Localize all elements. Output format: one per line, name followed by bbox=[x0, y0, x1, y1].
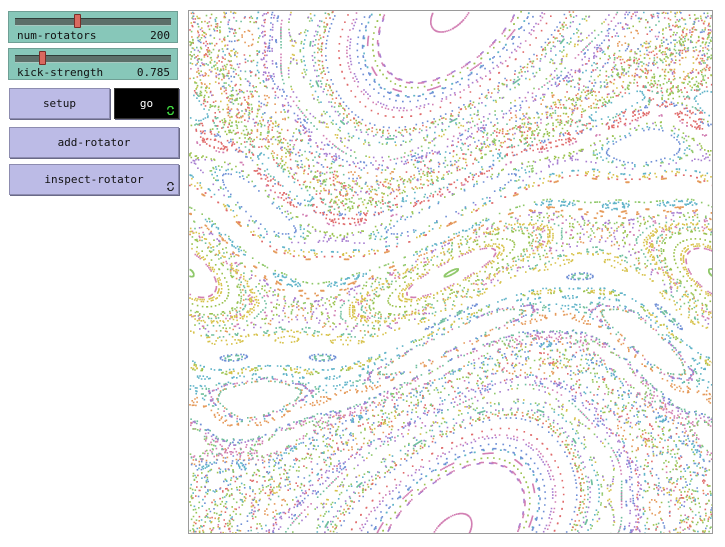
slider-handle[interactable] bbox=[39, 51, 47, 65]
orbit-points bbox=[200, 302, 701, 423]
slider-track[interactable] bbox=[15, 18, 171, 26]
rotator-orbit bbox=[200, 302, 701, 423]
setup-button-label: setup bbox=[42, 97, 77, 110]
add-rotator-button-label: add-rotator bbox=[57, 136, 131, 149]
rotator-orbit bbox=[190, 122, 711, 244]
slider-handle[interactable] bbox=[73, 14, 81, 28]
orbit-points bbox=[192, 288, 710, 376]
orbit-points bbox=[430, 12, 473, 533]
kick-strength-slider[interactable]: kick-strength 0.785 bbox=[8, 48, 178, 80]
rotator-orbit bbox=[192, 14, 712, 530]
rotator-orbit bbox=[189, 268, 712, 278]
rotator-orbit bbox=[190, 335, 712, 461]
slider-label: num-rotators bbox=[17, 29, 97, 42]
orbit-points bbox=[263, 11, 639, 533]
orbit-points bbox=[338, 14, 565, 532]
rotator-orbit bbox=[189, 121, 712, 239]
rotator-orbit bbox=[207, 258, 696, 346]
rotator-orbit bbox=[189, 222, 712, 324]
rotator-orbit bbox=[190, 11, 712, 533]
world-view[interactable] bbox=[188, 10, 713, 534]
rotator-orbit bbox=[349, 12, 554, 533]
rotator-orbit bbox=[189, 174, 712, 258]
orbit-points bbox=[190, 289, 712, 375]
orbit-points bbox=[190, 335, 712, 461]
add-rotator-button[interactable]: add-rotator bbox=[9, 127, 179, 158]
rotator-orbit bbox=[201, 177, 702, 261]
inspect-rotator-button[interactable]: inspect-rotator bbox=[9, 164, 179, 195]
orbit-points bbox=[194, 215, 699, 330]
rotator-orbit bbox=[196, 114, 708, 227]
orbit-points bbox=[376, 14, 526, 532]
orbit-points bbox=[302, 14, 601, 533]
rotator-orbit bbox=[189, 27, 710, 199]
orbit-points bbox=[190, 229, 712, 316]
rotator-orbit bbox=[376, 14, 526, 532]
orbit-points bbox=[192, 38, 712, 209]
orbit-points bbox=[190, 11, 712, 533]
slider-label: kick-strength bbox=[17, 66, 104, 79]
inspect-rotator-button-label: inspect-rotator bbox=[44, 173, 144, 186]
orbit-points bbox=[377, 14, 525, 532]
rotator-orbit bbox=[190, 229, 712, 316]
orbit-points bbox=[190, 335, 712, 461]
orbit-points bbox=[194, 310, 712, 426]
go-button[interactable]: go bbox=[114, 88, 179, 119]
rotator-orbit bbox=[299, 15, 604, 530]
orbit-points bbox=[201, 177, 702, 261]
rotator-orbit bbox=[194, 310, 712, 426]
go-button-label: go bbox=[139, 97, 154, 110]
rotator-orbit bbox=[199, 110, 704, 226]
rotator-orbit bbox=[198, 342, 705, 470]
forever-loop-icon bbox=[166, 182, 175, 191]
orbit-points bbox=[199, 110, 704, 226]
orbit-points bbox=[207, 304, 695, 418]
orbit-points bbox=[190, 12, 712, 533]
rotator-orbit bbox=[189, 228, 712, 318]
orbit-points bbox=[299, 15, 604, 530]
orbit-points bbox=[191, 334, 711, 461]
orbit-points bbox=[189, 121, 712, 239]
slider-value: 200 bbox=[150, 29, 170, 42]
phase-space-plot bbox=[189, 11, 712, 533]
netlogo-interface: num-rotators 200 kick-strength 0.785 set… bbox=[0, 0, 725, 547]
rotator-orbit bbox=[211, 200, 692, 286]
num-rotators-slider[interactable]: num-rotators 200 bbox=[8, 11, 178, 43]
rotator-orbit bbox=[191, 334, 711, 461]
forever-loop-icon bbox=[166, 106, 175, 115]
rotator-orbit bbox=[313, 12, 589, 532]
rotator-orbit bbox=[192, 38, 712, 209]
orbit-points bbox=[189, 222, 712, 324]
orbit-points bbox=[189, 301, 712, 423]
orbit-points bbox=[211, 200, 692, 286]
orbit-points bbox=[198, 342, 705, 470]
orbit-points bbox=[313, 12, 589, 532]
slider-value: 0.785 bbox=[136, 66, 170, 79]
rotator-orbit bbox=[302, 14, 601, 533]
setup-button[interactable]: setup bbox=[9, 88, 110, 119]
rotator-orbit bbox=[377, 14, 525, 532]
orbit-points bbox=[189, 268, 712, 278]
rotator-orbit bbox=[192, 288, 710, 376]
rotator-orbit bbox=[189, 301, 712, 423]
rotator-orbit bbox=[338, 14, 565, 532]
orbit-points bbox=[192, 14, 712, 530]
rotator-orbit bbox=[207, 304, 695, 418]
orbit-points bbox=[196, 114, 708, 227]
orbit-points bbox=[349, 12, 554, 533]
rotator-orbit bbox=[190, 289, 712, 375]
rotator-orbit bbox=[263, 11, 639, 533]
orbit-points bbox=[189, 27, 710, 199]
rotator-orbit bbox=[190, 335, 712, 461]
rotator-orbit bbox=[190, 12, 712, 533]
rotator-orbit bbox=[194, 215, 699, 330]
orbit-points bbox=[207, 258, 696, 346]
orbit-points bbox=[189, 228, 712, 318]
rotator-orbit bbox=[430, 12, 473, 533]
orbit-points bbox=[190, 122, 711, 244]
orbit-points bbox=[189, 174, 712, 258]
